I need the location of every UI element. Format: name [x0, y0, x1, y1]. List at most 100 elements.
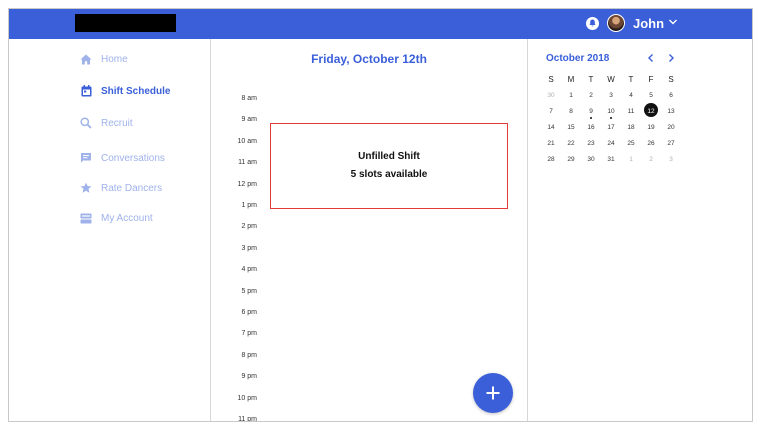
calendar-day[interactable]: 6 [661, 90, 681, 106]
calendar-day[interactable]: 3 [601, 90, 621, 106]
calendar-icon [80, 85, 92, 97]
chevron-down-icon[interactable] [668, 18, 678, 26]
sidebar-item-home[interactable]: Home [80, 51, 128, 67]
sidebar-item-label: Conversations [101, 152, 165, 164]
calendar-day[interactable]: 2 [581, 90, 601, 106]
chevron-left-icon[interactable] [647, 53, 655, 63]
calendar-day-number: 2 [649, 156, 653, 163]
time-label: 4 pm [241, 266, 257, 274]
weekday-label: T [628, 75, 634, 84]
sidebar-item-recruit[interactable]: Recruit [80, 115, 133, 131]
calendar-day[interactable]: 20 [661, 122, 681, 138]
calendar-day[interactable]: 13 [661, 106, 681, 122]
logo[interactable] [75, 14, 176, 32]
calendar-day-number: 23 [587, 140, 595, 147]
sidebar-item-label: Home [101, 53, 128, 65]
calendar-day[interactable]: 15 [561, 122, 581, 138]
calendar-day[interactable]: 17 [601, 122, 621, 138]
time-label: 9 am [241, 116, 257, 124]
time-label: 12 pm [237, 180, 257, 188]
calendar-day[interactable]: 27 [661, 138, 681, 154]
calendar-day[interactable]: 24 [601, 138, 621, 154]
sidebar: Home Shift Schedule Recruit Conversation… [9, 39, 211, 421]
calendar-day-number: 22 [567, 140, 575, 147]
calendar-day[interactable]: 19 [641, 122, 661, 138]
weekday-label: S [668, 75, 674, 84]
calendar-day-number: 24 [607, 140, 615, 147]
calendar-day-number: 17 [607, 124, 615, 131]
time-label: 11 am [238, 159, 257, 167]
time-label: 9 pm [241, 373, 257, 381]
shift-title: Unfilled Shift [358, 151, 420, 162]
calendar-day-number: 14 [547, 124, 555, 131]
calendar-day[interactable]: 28 [541, 154, 561, 170]
calendar-day[interactable]: 18 [621, 122, 641, 138]
calendar-day-number: 8 [569, 108, 573, 115]
time-label: 10 pm [237, 394, 257, 402]
calendar-day[interactable]: 22 [561, 138, 581, 154]
time-label: 6 pm [241, 309, 257, 316]
calendar-day-number: 29 [567, 156, 575, 163]
add-shift-button[interactable] [473, 373, 513, 413]
sidebar-item-rate-dancers[interactable]: Rate Dancers [80, 180, 162, 196]
calendar-day[interactable]: 21 [541, 138, 561, 154]
calendar-day-number: 18 [627, 124, 635, 131]
calendar-day[interactable]: 14 [541, 122, 561, 138]
weekday-label: W [607, 75, 615, 84]
time-label: 10 am [237, 137, 257, 145]
calendar-day-number: 27 [667, 140, 675, 147]
calendar-day[interactable]: 30 [541, 90, 561, 106]
calendar-day-number: 6 [669, 92, 673, 99]
calendar-day[interactable]: 1 [621, 154, 641, 170]
calendar-day[interactable]: 1 [561, 90, 581, 106]
calendar-day[interactable]: 23 [581, 138, 601, 154]
sidebar-item-shift-schedule[interactable]: Shift Schedule [80, 83, 170, 99]
calendar-day-number: 30 [547, 92, 555, 99]
mini-calendar: October 2018 S M T W T F S 30 1 2 3 4 5 6 7 8 9 10 11 12 13 1… [528, 39, 752, 421]
calendar-day-number: 9 [589, 108, 593, 115]
avatar[interactable] [607, 14, 625, 32]
chevron-right-icon[interactable] [667, 53, 675, 63]
calendar-day[interactable]: 3 [661, 154, 681, 170]
calendar-day-selected[interactable]: 12 [641, 103, 661, 122]
calendar-day-number: 16 [587, 124, 595, 131]
calendar-day[interactable]: 9 [581, 106, 601, 122]
calendar-day[interactable]: 31 [601, 154, 621, 170]
calendar-day[interactable]: 30 [581, 154, 601, 170]
calendar-day-number: 31 [607, 156, 615, 163]
calendar-day[interactable]: 4 [621, 90, 641, 106]
calendar-week: 7 8 9 10 11 12 13 [541, 103, 682, 122]
calendar-week: 21 22 23 24 25 26 27 [541, 138, 682, 154]
calendar-day[interactable]: 2 [641, 154, 661, 170]
sidebar-item-my-account[interactable]: My Account [80, 210, 153, 226]
calendar-day[interactable]: 25 [621, 138, 641, 154]
unfilled-shift-card[interactable]: Unfilled Shift 5 slots available [270, 123, 508, 209]
sidebar-item-label: My Account [101, 212, 153, 224]
calendar-day-number: 7 [549, 108, 553, 115]
app-window: John Home Shift Schedule Recruit Convers… [8, 8, 753, 422]
calendar-day-number: 28 [547, 156, 555, 163]
weekday-label: S [548, 75, 554, 84]
event-dot [610, 117, 612, 119]
time-label: 1 pm [241, 202, 257, 209]
day-schedule: Friday, October 12th 8 am 9 am 10 am 11 am 1… [211, 39, 528, 421]
home-icon [80, 53, 92, 65]
notification-bell-icon[interactable] [586, 17, 599, 30]
calendar-month-label: October 2018 [546, 53, 610, 64]
calendar-day[interactable]: 16 [581, 122, 601, 138]
calendar-day[interactable]: 29 [561, 154, 581, 170]
calendar-day-number: 20 [667, 124, 675, 131]
calendar-day-number: 1 [629, 156, 633, 163]
calendar-day-number: 10 [607, 108, 615, 115]
sidebar-item-conversations[interactable]: Conversations [80, 150, 165, 166]
calendar-day[interactable]: 11 [621, 106, 641, 122]
calendar-day[interactable]: 10 [601, 106, 621, 122]
calendar-day[interactable]: 7 [541, 106, 561, 122]
calendar-week: 28 29 30 31 1 2 3 [541, 154, 682, 170]
calendar-day-number: 1 [569, 92, 573, 99]
star-icon [80, 182, 92, 194]
time-label: 8 am [241, 95, 257, 102]
calendar-day[interactable]: 26 [641, 138, 661, 154]
user-name[interactable]: John [633, 16, 664, 31]
calendar-day[interactable]: 8 [561, 106, 581, 122]
